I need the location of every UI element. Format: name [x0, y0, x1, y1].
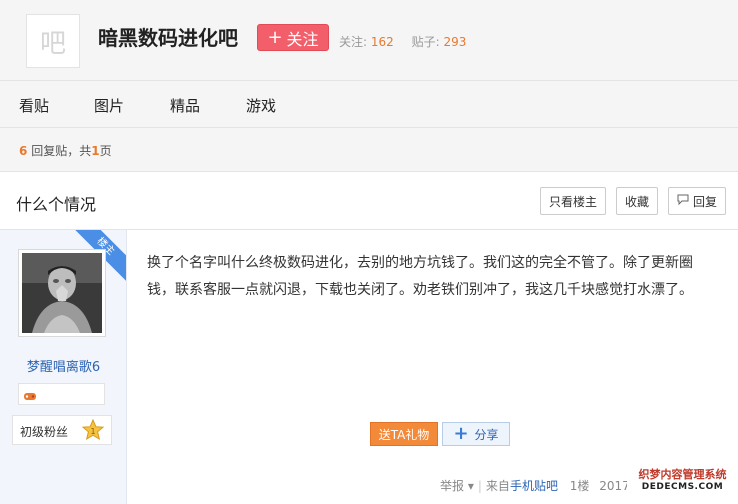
source-link[interactable]: 手机贴吧: [510, 479, 558, 493]
send-gift-button[interactable]: 送TA礼物: [370, 422, 438, 446]
reply-count: 6: [19, 144, 28, 158]
reply-count-bar: 6 回复贴，共1页: [0, 128, 738, 172]
favorite-label: 收藏: [624, 194, 649, 209]
only-op-label: 只看楼主: [548, 194, 597, 209]
nav-item-images[interactable]: 图片: [94, 95, 124, 116]
avatar[interactable]: [18, 249, 106, 337]
send-gift-label: 送TA礼物: [378, 427, 430, 442]
thread-title-bar: 什么个情况 只看楼主 收藏 回复: [0, 172, 738, 230]
source-prefix: 来自: [485, 479, 510, 493]
forum-name[interactable]: 暗黑数码进化吧: [98, 22, 238, 51]
share-label: 分享: [474, 427, 499, 442]
followers-count: 162: [370, 35, 394, 49]
report-label: 举报: [440, 479, 465, 493]
page-count: 1: [91, 144, 100, 158]
share-button[interactable]: + 分享: [442, 422, 510, 446]
watermark-line2: DEDECMS.COM: [641, 482, 724, 492]
follow-button[interactable]: + 关注: [257, 24, 329, 51]
forum-logo-char: 吧: [39, 28, 66, 59]
reply-button[interactable]: 回复: [668, 187, 726, 215]
post-author-panel: 楼主 梦醒唱离歌6 初级粉丝 1: [0, 230, 127, 504]
reply-label: 回复: [692, 194, 717, 209]
reply-count-text: 回复贴，共: [31, 144, 92, 158]
watermark-line1: 织梦内容管理系统: [638, 468, 727, 481]
forum-header: 吧 暗黑数码进化吧 + 关注 关注: 162 贴子: 293: [0, 0, 738, 80]
forum-stats: 关注: 162 贴子: 293: [339, 33, 480, 50]
divider: |: [477, 479, 482, 493]
plus-icon: +: [267, 26, 283, 48]
user-level: 初级粉丝 1: [12, 415, 112, 445]
page-count-text: 页: [99, 144, 112, 158]
comment-icon: [677, 194, 689, 208]
nav-item-games[interactable]: 游戏: [246, 95, 276, 116]
posts-count: 293: [443, 35, 467, 49]
forum-nav: 看贴 图片 精品 游戏: [0, 80, 738, 128]
forum-logo[interactable]: 吧: [26, 14, 80, 68]
thread-title: 什么个情况: [16, 195, 97, 214]
report-link[interactable]: 举报 ▾: [440, 479, 474, 493]
post-author-username[interactable]: 梦醒唱离歌6: [0, 356, 126, 375]
floor-number: 1楼: [569, 479, 590, 493]
level-number: 1: [90, 427, 95, 436]
nav-item-posts[interactable]: 看贴: [19, 95, 49, 116]
level-star-icon: 1: [81, 418, 105, 444]
favorite-button[interactable]: 收藏: [616, 187, 658, 215]
share-icon: +: [453, 423, 469, 444]
post-footer: 举报 ▾ | 来自手机贴吧 1楼 2017-1: [440, 477, 642, 494]
avatar-image: [22, 253, 102, 333]
nav-item-featured[interactable]: 精品: [170, 95, 200, 116]
game-controller-icon[interactable]: [23, 387, 37, 406]
posts-label: 贴子:: [411, 35, 440, 49]
follow-button-label: 关注: [286, 29, 319, 49]
followers-label: 关注:: [339, 35, 368, 49]
site-watermark: 织梦内容管理系统 DEDECMS.COM: [627, 468, 738, 496]
chevron-down-icon: ▾: [467, 479, 474, 493]
post-content: 换了个名字叫什么终极数码进化，去别的地方坑钱了。我们这的完全不管了。除了更新圈钱…: [147, 255, 693, 298]
level-title: 初级粉丝: [20, 425, 69, 439]
user-badges: [18, 383, 105, 405]
only-op-button[interactable]: 只看楼主: [540, 187, 606, 215]
